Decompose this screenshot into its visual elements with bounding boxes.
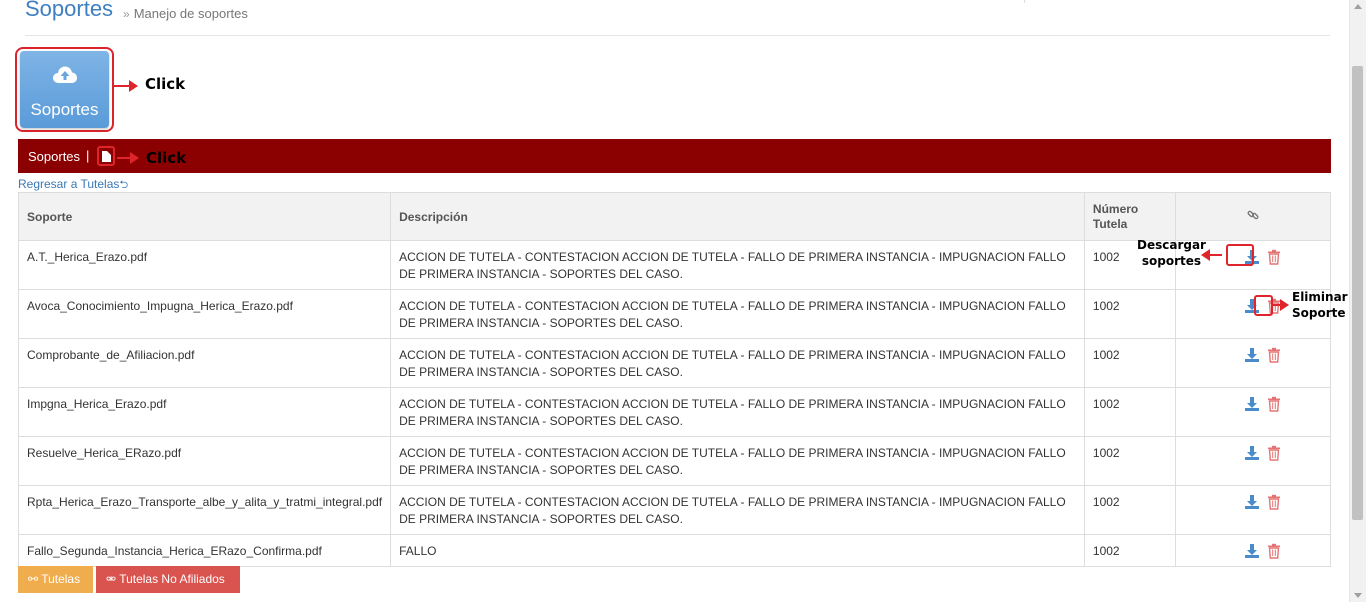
- trash-icon[interactable]: [1267, 347, 1281, 363]
- breadcrumb: » Manejo de soportes: [123, 6, 248, 21]
- download-icon[interactable]: [1244, 396, 1260, 412]
- annotation-click: Click: [146, 149, 187, 167]
- soportes-upload-button[interactable]: Soportes: [20, 51, 109, 128]
- cell-numero-tutela: 1002: [1083, 436, 1176, 486]
- table-row: Rpta_Herica_Erazo_Transporte_albe_y_alit…: [17, 485, 1332, 535]
- tutelas-no-afiliados-label: Tutelas No Afiliados: [119, 572, 225, 586]
- cell-soporte: Impgna_Herica_Erazo.pdf: [17, 387, 392, 437]
- download-icon[interactable]: [1244, 347, 1260, 363]
- soportes-table: Soporte Descripción Número Tutela A.T._H…: [17, 192, 1332, 567]
- breadcrumb-separator: »: [123, 7, 130, 21]
- cell-numero-tutela: 1002: [1083, 534, 1176, 567]
- soportes-upload-label: Soportes: [30, 100, 99, 119]
- annotation-download-line2: soportes: [1141, 254, 1202, 268]
- tutelas-no-afiliados-button[interactable]: ⚮ Tutelas No Afiliados: [96, 566, 240, 593]
- cell-soporte: Resuelve_Herica_ERazo.pdf: [17, 436, 392, 486]
- page-title: Soportes: [25, 0, 114, 21]
- trash-icon[interactable]: [1267, 543, 1281, 559]
- cell-soporte: Comprobante_de_Afiliacion.pdf: [17, 338, 392, 388]
- annotation-highlight: [1254, 295, 1273, 316]
- cell-numero-tutela: 1002: [1083, 387, 1176, 437]
- annotation-arrow: [117, 152, 139, 164]
- cell-soporte: Avoca_Conocimiento_Impugna_Herica_Erazo.…: [17, 289, 392, 339]
- annotation-highlight: [1226, 244, 1254, 266]
- breadcrumb-current: Manejo de soportes: [133, 6, 248, 21]
- link-icon: [1247, 209, 1259, 224]
- section-bar: Soportes |: [18, 139, 1331, 173]
- trash-icon[interactable]: [1267, 445, 1281, 461]
- document-icon: [102, 151, 111, 162]
- cell-descripcion: ACCION DE TUTELA - CONTESTACION ACCION D…: [390, 289, 1085, 339]
- cell-descripcion: ACCION DE TUTELA - CONTESTACION ACCION D…: [390, 387, 1085, 437]
- cell-descripcion: ACCION DE TUTELA - CONTESTACION ACCION D…: [390, 338, 1085, 388]
- tutelas-button[interactable]: ⚯ Tutelas: [18, 566, 93, 593]
- new-document-button[interactable]: [97, 146, 115, 166]
- annotation-arrow: [1201, 249, 1222, 261]
- annotation-download: Descargar soportes: [1137, 237, 1206, 269]
- cell-numero-tutela: 1002: [1083, 485, 1176, 535]
- cell-descripcion: ACCION DE TUTELA - CONTESTACION ACCION D…: [390, 436, 1085, 486]
- row-actions: [1184, 494, 1322, 514]
- annotation-delete-line1: Eliminar: [1292, 290, 1348, 304]
- annotation-click: Click: [145, 75, 186, 93]
- cell-soporte: Rpta_Herica_Erazo_Transporte_albe_y_alit…: [17, 485, 392, 535]
- trash-icon[interactable]: [1267, 396, 1281, 412]
- cell-descripcion: ACCION DE TUTELA - CONTESTACION ACCION D…: [390, 485, 1085, 535]
- cell-actions: [1174, 534, 1332, 567]
- cell-numero-tutela: 1002: [1083, 289, 1176, 339]
- page-header: Soportes » Manejo de soportes: [25, 0, 1330, 36]
- trash-icon[interactable]: [1267, 494, 1281, 510]
- link-icon: ⚯: [28, 572, 39, 586]
- back-link-label: Regresar a Tutelas: [18, 177, 120, 191]
- cloud-upload-icon: [53, 66, 77, 83]
- cell-numero-tutela: 1002: [1083, 338, 1176, 388]
- cell-descripcion: ACCION DE TUTELA - CONTESTACION ACCION D…: [390, 240, 1085, 290]
- download-icon[interactable]: [1244, 543, 1260, 559]
- section-bar-separator: |: [86, 148, 90, 163]
- section-bar-title: Soportes: [28, 149, 81, 164]
- annotation-delete-line2: Soporte: [1292, 306, 1346, 320]
- column-header-numero-tutela[interactable]: Número Tutela: [1083, 192, 1176, 241]
- table-row: Fallo_Segunda_Instancia_Herica_ERazo_Con…: [17, 534, 1332, 567]
- annotation-download-line1: Descargar: [1137, 238, 1206, 252]
- column-header-soporte[interactable]: Soporte: [17, 192, 392, 241]
- page: Soportes » Manejo de soportes Soportes Cl…: [0, 0, 1366, 602]
- table-header-row: Soporte Descripción Número Tutela: [17, 192, 1332, 241]
- trash-icon[interactable]: [1267, 249, 1281, 265]
- row-actions: [1184, 347, 1322, 367]
- cell-actions: [1174, 338, 1332, 388]
- annotation-arrow: [1273, 299, 1289, 311]
- cell-soporte: A.T._Herica_Erazo.pdf: [17, 240, 392, 290]
- vertical-scrollbar[interactable]: [1349, 0, 1366, 602]
- table-row: Resuelve_Herica_ERazo.pdf ACCION DE TUTEL…: [17, 436, 1332, 486]
- table-row: A.T._Herica_Erazo.pdf ACCION DE TUTELA - …: [17, 240, 1332, 290]
- cell-soporte: Fallo_Segunda_Instancia_Herica_ERazo_Con…: [17, 534, 392, 567]
- cell-descripcion: FALLO: [390, 534, 1085, 567]
- table-row: Comprobante_de_Afiliacion.pdf ACCION DE T…: [17, 338, 1332, 388]
- unlink-icon: ⚮: [106, 572, 117, 586]
- download-icon[interactable]: [1244, 445, 1260, 461]
- divider: [1024, 0, 1025, 3]
- column-header-descripcion[interactable]: Descripción: [390, 192, 1085, 241]
- cell-actions: [1174, 436, 1332, 486]
- row-actions: [1184, 396, 1322, 416]
- row-actions: [1184, 543, 1322, 563]
- scroll-down-icon[interactable]: [1354, 593, 1362, 598]
- cell-actions: [1174, 387, 1332, 437]
- scroll-up-icon[interactable]: [1354, 4, 1362, 9]
- table-row: Avoca_Conocimiento_Impugna_Herica_Erazo.…: [17, 289, 1332, 339]
- column-header-numero-line1: Número: [1092, 201, 1139, 216]
- scrollbar-thumb[interactable]: [1352, 66, 1363, 520]
- annotation-arrow: [114, 80, 138, 92]
- table-row: Impgna_Herica_Erazo.pdf ACCION DE TUTELA …: [17, 387, 1332, 437]
- column-header-actions: [1174, 192, 1332, 241]
- column-header-numero-line2: Tutela: [1092, 216, 1128, 231]
- tutelas-button-label: Tutelas: [41, 572, 81, 586]
- row-actions: [1184, 445, 1322, 465]
- share-icon: ⮌: [119, 179, 129, 191]
- annotation-delete: Eliminar Soporte: [1292, 289, 1348, 321]
- download-icon[interactable]: [1244, 494, 1260, 510]
- cell-actions: [1174, 485, 1332, 535]
